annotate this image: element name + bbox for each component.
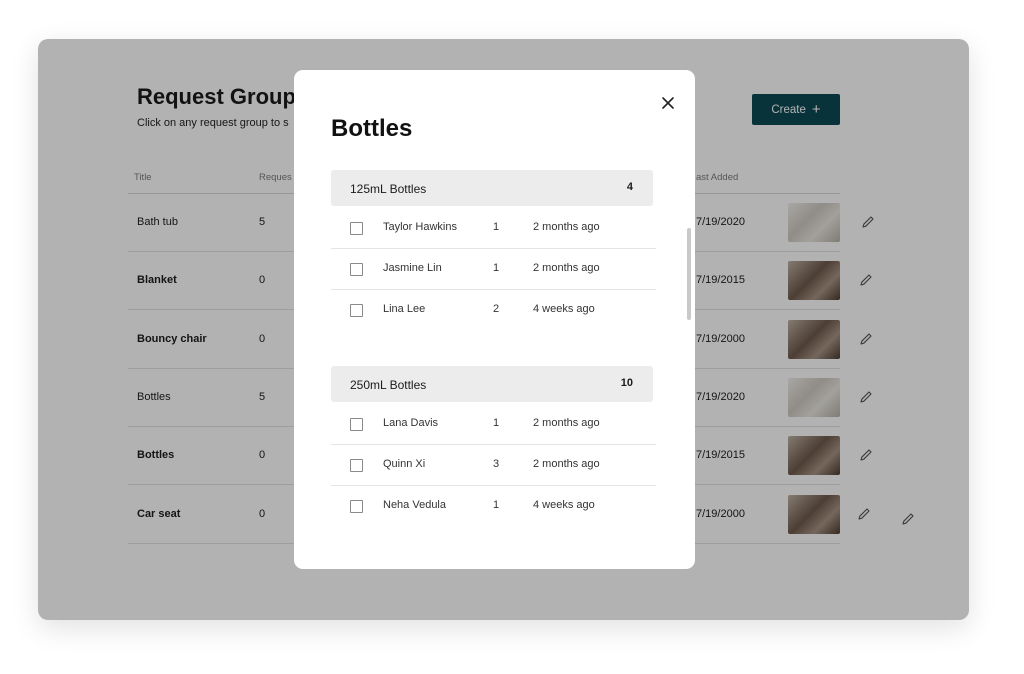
request-row[interactable]: Neha Vedula 1 4 weeks ago (331, 486, 656, 527)
request-checkbox[interactable] (350, 459, 363, 472)
request-row[interactable]: Lana Davis 1 2 months ago (331, 404, 656, 445)
requester-name: Lana Davis (383, 417, 439, 429)
request-quantity: 1 (493, 262, 500, 274)
requester-name: Jasmine Lin (383, 262, 442, 274)
requester-name: Taylor Hawkins (383, 221, 457, 233)
request-checkbox[interactable] (350, 263, 363, 276)
request-quantity: 3 (493, 458, 500, 470)
close-button[interactable] (659, 94, 677, 112)
request-row[interactable]: Jasmine Lin 1 2 months ago (331, 249, 656, 290)
request-checkbox[interactable] (350, 222, 363, 235)
group-name: 250mL Bottles (350, 378, 427, 392)
request-quantity: 2 (493, 303, 500, 315)
request-time: 2 months ago (533, 262, 600, 274)
request-row[interactable]: Taylor Hawkins 1 2 months ago (331, 208, 656, 249)
request-row[interactable]: Quinn Xi 3 2 months ago (331, 445, 656, 486)
request-checkbox[interactable] (350, 500, 363, 513)
request-quantity: 1 (493, 221, 500, 233)
group-count: 10 (620, 377, 633, 389)
requester-name: Lina Lee (383, 303, 426, 315)
request-time: 2 months ago (533, 221, 600, 233)
request-quantity: 1 (493, 417, 500, 429)
requester-name: Quinn Xi (383, 458, 426, 470)
request-quantity: 1 (493, 499, 500, 511)
modal-scroll-area[interactable]: 125mL Bottles 4 Taylor Hawkins 1 2 months ag… (294, 170, 695, 569)
request-time: 4 weeks ago (533, 303, 595, 315)
group-header[interactable]: 125mL Bottles 4 (331, 170, 653, 206)
request-time: 4 weeks ago (533, 499, 595, 511)
modal-scrollbar[interactable] (687, 228, 691, 320)
request-group-modal: Bottles 125mL Bottles 4 Taylor Hawkins 1 2 m… (294, 70, 695, 569)
request-checkbox[interactable] (350, 304, 363, 317)
request-row[interactable]: Lina Lee 2 4 weeks ago (331, 290, 656, 331)
group-header[interactable]: 250mL Bottles 10 (331, 366, 653, 402)
requester-name: Neha Vedula (383, 499, 446, 511)
group-count: 4 (626, 181, 633, 193)
request-time: 2 months ago (533, 458, 600, 470)
close-icon (662, 97, 674, 109)
request-checkbox[interactable] (350, 418, 363, 431)
request-time: 2 months ago (533, 417, 600, 429)
group-name: 125mL Bottles (350, 182, 427, 196)
modal-title: Bottles (331, 115, 413, 142)
